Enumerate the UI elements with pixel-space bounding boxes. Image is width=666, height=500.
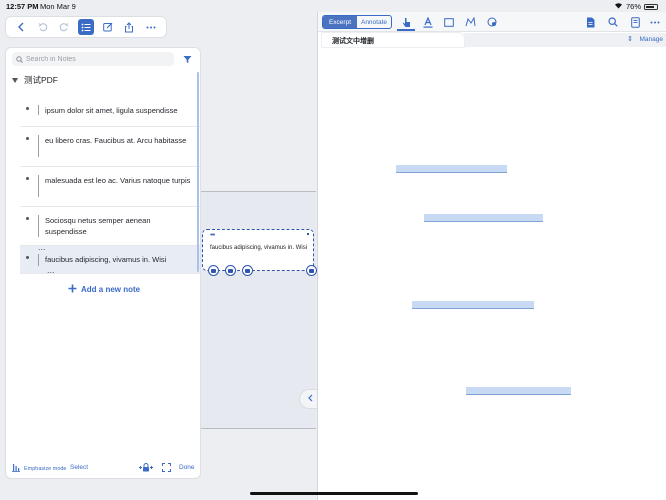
plus-icon [68, 284, 77, 295]
card-corner-marker [307, 233, 309, 235]
note-text: faucibus adipiscing, vivamus in. Wisi [45, 255, 167, 264]
note-text: ipsum dolor sit amet, ligula suspendisse [45, 106, 178, 115]
card-drag-handle[interactable]: ••• [210, 231, 215, 240]
note-bar [38, 254, 39, 266]
document-tab-row: 测试文中增删 ⇕ Manage [318, 33, 666, 47]
wifi-icon [614, 2, 623, 11]
hand-pointer-icon[interactable] [400, 16, 412, 28]
emphasize-icon [12, 463, 20, 474]
search-row [6, 48, 200, 70]
highlight-excerpt[interactable] [424, 214, 543, 222]
web-search-icon[interactable] [486, 16, 498, 28]
note-item[interactable]: ipsum dolor sit amet, ligula suspendisse [20, 95, 200, 127]
notes-panel: 测试PDF ipsum dolor sit amet, ligula suspe… [5, 47, 201, 479]
battery-icon [644, 3, 658, 10]
note-text: eu libero cras. Faucibus at. Arcu habita… [45, 136, 187, 145]
emphasize-mode-toggle[interactable]: Emphasize mode [12, 463, 67, 474]
lasso-icon[interactable] [464, 16, 476, 28]
chevron-left-icon[interactable] [308, 394, 313, 405]
note-text: malesuada est leo ac. Varius natoque tur… [45, 176, 191, 185]
note-text: Sociosqu netus semper aenean suspendisse [45, 216, 151, 236]
done-button[interactable]: Done [179, 464, 195, 471]
add-note-label: Add a new note [81, 285, 141, 294]
bullet-icon [26, 177, 29, 180]
tool-selected-indicator [397, 29, 415, 31]
lock-plus-icon[interactable] [139, 463, 153, 474]
status-right: 76% [614, 2, 658, 11]
document-group-header[interactable]: 测试PDF [6, 72, 200, 88]
list-bubble-icon[interactable] [242, 265, 253, 276]
scroll-indicator[interactable] [197, 72, 199, 272]
sort-chevron-icon[interactable]: ⇕ [627, 35, 633, 43]
add-note-button[interactable]: Add a new note [68, 284, 140, 295]
note-bar [38, 175, 39, 197]
note-item[interactable]: eu libero cras. Faucibus at. Arcu habita… [20, 127, 200, 167]
status-date: Mon Mar 9 [40, 2, 76, 11]
bullet-icon [26, 256, 29, 259]
list-icon[interactable] [77, 19, 94, 35]
note-bar [38, 215, 39, 237]
note-item[interactable]: Sociosqu netus semper aenean suspendisse [20, 207, 200, 246]
note-bar [38, 135, 39, 157]
more-icon[interactable] [143, 19, 159, 35]
notes-bottom-bar: Emphasize mode Select Done [6, 458, 200, 478]
home-indicator[interactable] [250, 492, 418, 495]
search-icon [16, 50, 23, 68]
tab-strip-background [464, 33, 666, 47]
annotate-segment[interactable]: Annotate [357, 16, 391, 28]
selected-note-card[interactable]: ••• faucibus adipiscing, vivamus in. Wis… [202, 229, 317, 276]
excerpt-segment[interactable]: Excerpt [323, 16, 357, 28]
document-pane: Excerpt Annotate 测试文中增删 ⇕ Manage [317, 12, 666, 500]
select-button[interactable]: Select [70, 464, 88, 471]
triangle-down-icon[interactable] [12, 77, 18, 83]
bullet-icon [26, 107, 29, 110]
note-bar [38, 105, 39, 115]
status-bar: 12:57 PM Mon Mar 9 76% [0, 0, 666, 12]
more-icon[interactable] [649, 16, 661, 28]
emphasize-label: Emphasize mode [24, 465, 67, 472]
highlight-excerpt[interactable] [412, 301, 534, 309]
battery-percent: 76% [625, 2, 641, 11]
link-icon[interactable] [225, 265, 236, 276]
manage-button[interactable]: Manage [640, 36, 664, 43]
note-item-selected[interactable]: ... faucibus adipiscing, vivamus in. Wis… [20, 243, 200, 275]
document-tab[interactable]: 测试文中增删 [322, 33, 464, 47]
canvas-band [201, 191, 316, 429]
search-input[interactable] [26, 55, 170, 63]
highlight-excerpt[interactable] [396, 165, 507, 173]
undo-icon[interactable] [35, 19, 51, 35]
redo-icon[interactable] [56, 19, 72, 35]
share-icon[interactable] [121, 19, 137, 35]
left-toolbar [5, 16, 167, 38]
document-title: 测试PDF [24, 75, 59, 85]
chevron-left-icon[interactable] [13, 19, 29, 35]
document-toolbar: Excerpt Annotate [318, 12, 666, 32]
text-highlight-icon[interactable] [422, 16, 434, 28]
drag-handle-top[interactable]: ... [38, 243, 46, 252]
note-item[interactable]: malesuada est leo ac. Varius natoque tur… [20, 167, 200, 207]
bullet-icon [26, 137, 29, 140]
bookmark-book-icon[interactable] [629, 16, 641, 28]
mode-segmented-control: Excerpt Annotate [322, 15, 392, 29]
card-text: faucibus adipiscing, vivamus in. Wisi [210, 245, 308, 251]
document-icon[interactable] [584, 16, 596, 28]
edit-icon[interactable] [100, 19, 116, 35]
drag-handle-bottom[interactable]: ... [47, 266, 55, 275]
resize-handle-icon[interactable] [306, 265, 317, 276]
bullet-icon [26, 217, 29, 220]
rectangle-select-icon[interactable] [443, 16, 455, 28]
filter-icon[interactable] [180, 52, 194, 66]
comment-icon[interactable] [208, 265, 219, 276]
search-field[interactable] [12, 52, 174, 66]
status-time: 12:57 PM [6, 2, 39, 11]
expand-icon[interactable] [162, 463, 171, 474]
search-icon[interactable] [607, 16, 619, 28]
highlight-excerpt[interactable] [466, 387, 571, 395]
